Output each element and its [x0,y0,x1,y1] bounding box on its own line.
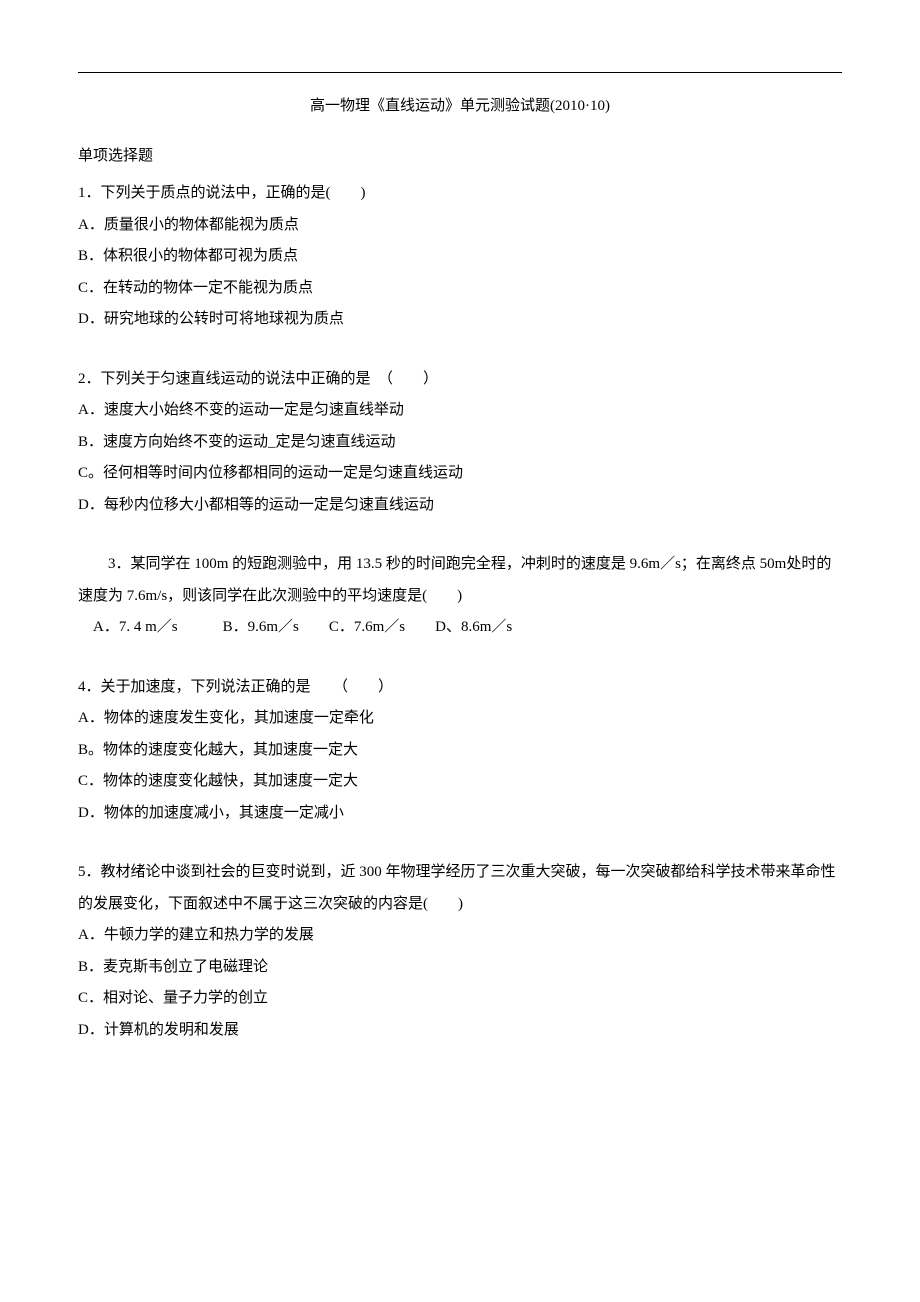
option-d: D．计算机的发明和发展 [78,1015,842,1047]
option-a: A．物体的速度发生变化，其加速度一定牵化 [78,703,842,735]
option-d: D．每秒内位移大小都相等的运动一定是匀速直线运动 [78,490,842,522]
inline-options: A．7. 4 m／s B．9.6m／s C．7.6m／s D、8.6m／s [78,612,842,644]
option-a: A．质量很小的物体都能视为质点 [78,210,842,242]
option-d: D．物体的加速度减小，其速度一定减小 [78,798,842,830]
option-c: C。径何相等时间内位移都相同的运动一定是匀速直线运动 [78,458,842,490]
option-b: B．速度方向始终不变的运动_定是匀速直线运动 [78,427,842,459]
option-b: B．麦克斯韦创立了电磁理论 [78,952,842,984]
option-a: A．速度大小始终不变的运动一定是匀速直线举动 [78,395,842,427]
question-4: 4．关于加速度，下列说法正确的是 （ ） A．物体的速度发生变化，其加速度一定牵… [78,672,842,830]
question-2: 2．下列关于匀速直线运动的说法中正确的是 （ ） A．速度大小始终不变的运动一定… [78,364,842,522]
question-3: 3．某同学在 100m 的短跑测验中，用 13.5 秒的时间跑完全程，冲刺时的速… [78,549,842,644]
question-stem: 5．教材绪论中谈到社会的巨变时说到，近 300 年物理学经历了三次重大突破，每一… [78,857,842,920]
question-stem: 1．下列关于质点的说法中，正确的是( ) [78,178,842,210]
option-b: B．体积很小的物体都可视为质点 [78,241,842,273]
option-c: C．在转动的物体一定不能视为质点 [78,273,842,305]
option-d: D．研究地球的公转时可将地球视为质点 [78,304,842,336]
section-heading: 单项选择题 [78,141,842,173]
option-c: C．相对论、量子力学的创立 [78,983,842,1015]
option-b: B。物体的速度变化越大，其加速度一定大 [78,735,842,767]
question-1: 1．下列关于质点的说法中，正确的是( ) A．质量很小的物体都能视为质点 B．体… [78,178,842,336]
question-stem: 3．某同学在 100m 的短跑测验中，用 13.5 秒的时间跑完全程，冲刺时的速… [78,549,842,612]
question-stem: 4．关于加速度，下列说法正确的是 （ ） [78,672,842,704]
top-rule [78,72,842,73]
question-stem: 2．下列关于匀速直线运动的说法中正确的是 （ ） [78,364,842,396]
question-5: 5．教材绪论中谈到社会的巨变时说到，近 300 年物理学经历了三次重大突破，每一… [78,857,842,1046]
document-page: 高一物理《直线运动》单元测验试题(2010·10) 单项选择题 1．下列关于质点… [0,0,920,1302]
option-a: A．牛顿力学的建立和热力学的发展 [78,920,842,952]
option-c: C．物体的速度变化越快，其加速度一定大 [78,766,842,798]
document-title: 高一物理《直线运动》单元测验试题(2010·10) [78,91,842,123]
